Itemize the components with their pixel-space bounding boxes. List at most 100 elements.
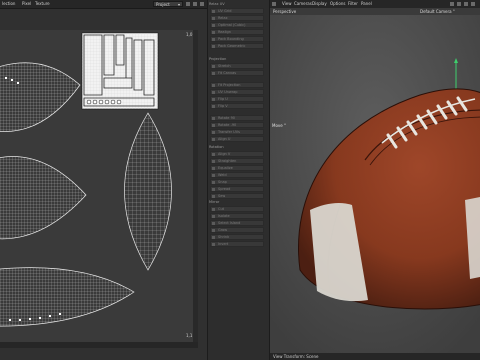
viewport-scene [270,15,480,353]
tool-pack-bounding[interactable]: Pack Bounding [210,36,264,42]
rotate-icon [212,124,215,127]
tool-label: Rotate -90 [218,123,237,127]
tool-spread[interactable]: Spread [210,186,264,192]
tool-shrink[interactable]: Shrink [210,234,264,240]
tool-align-u[interactable]: Align U [210,136,264,142]
cut-icon [212,208,215,211]
menu-options[interactable]: Options [330,1,345,6]
menu-view[interactable]: View [282,1,292,6]
tools-header-rotation[interactable]: Rotation [209,145,268,150]
uv-horizontal-scrollbar[interactable] [0,342,198,348]
uv-vertical-scrollbar[interactable] [193,30,198,342]
camera-label[interactable]: Default Camera ° [420,9,455,14]
menu-texture[interactable]: Texture [35,1,50,6]
tools-header-projection[interactable]: Projection [209,57,268,62]
align-icon [212,153,215,156]
move-tool-label[interactable]: Move ° [272,123,286,128]
fit-icon [212,84,215,87]
flip-icon [212,98,215,101]
snap-icon [212,181,215,184]
tool-select-island[interactable]: Select Island [210,220,264,226]
tool-label: Rotate 90 [218,116,236,120]
tool-uv-grid[interactable]: UV Grid [210,8,264,14]
settings-icon[interactable] [200,2,204,6]
menu-panel[interactable]: Panel [361,1,372,6]
tool-straighten[interactable]: Straighten [210,158,264,164]
uv-atlas-square[interactable] [81,32,159,110]
tool-fit-canvas[interactable]: Fit Canvas [210,70,264,76]
tool-fit-projection[interactable]: Fit Projection [210,82,264,88]
tool-rotate-90[interactable]: Rotate 90 [210,115,264,121]
tool-label: Relax [218,16,228,20]
tool-uv-unwrap[interactable]: UV Unwrap [210,89,264,95]
tool-label: Realign [218,30,231,34]
uv-island-panel-4[interactable] [0,267,135,327]
tools-header-mirror[interactable]: Mirror [209,200,268,205]
rotate-icon [212,117,215,120]
fit-icon [212,72,215,75]
invert-icon [212,243,215,246]
uv-island-panel-2[interactable] [0,156,87,240]
menu-pixel[interactable]: Pixel [22,1,31,6]
grow-icon [212,229,215,232]
viewport-menu-icon[interactable] [272,2,276,6]
rotate-view-icon[interactable] [457,2,461,6]
tool-label: UV Unwrap [218,90,238,94]
tool-label: Invert [218,242,229,246]
tool-label: Snap [218,180,227,184]
tool-sew[interactable]: Sew [210,193,264,199]
stretch-icon [212,65,215,68]
uv-corner-top-label: 1,0 [186,32,193,37]
tool-equalize[interactable]: Equalize [210,165,264,171]
align-icon [212,31,215,34]
pan-icon[interactable] [450,2,454,6]
tool-rotate-neg-90[interactable]: Rotate -90 [210,122,264,128]
isolate-icon [212,215,215,218]
tool-optimal-cubic[interactable]: Optimal (Cubic) [210,22,264,28]
menu-filter[interactable]: Filter [348,1,358,6]
tool-flip-u[interactable]: Flip U [210,96,264,102]
uv-island-panel-3[interactable] [124,112,172,271]
tool-label: Pack Bounding [218,37,244,41]
menu-selection[interactable]: lection [2,1,15,6]
tool-stretch[interactable]: Stretch [210,63,264,69]
projection-dropdown[interactable]: Project ▾ [153,1,183,7]
tool-realign[interactable]: Realign [210,29,264,35]
tool-label: Align V [218,152,231,156]
tool-label: Pack Geometric [218,44,246,48]
straighten-icon [212,160,215,163]
menu-cameras[interactable]: Cameras [294,1,312,6]
tool-label: Spread [218,187,231,191]
tool-label: Straighten [218,159,237,163]
uv-menubar: lection Pixel Texture Project ▾ [0,0,207,9]
tool-snap[interactable]: Snap [210,179,264,185]
tool-relax[interactable]: Relax [210,15,264,21]
tool-isolate[interactable]: Isolate [210,213,264,219]
tool-cut[interactable]: Cut [210,206,264,212]
maximize-icon[interactable] [471,2,475,6]
tool-flip-v[interactable]: Flip V [210,103,264,109]
uv-island-panel-1[interactable] [0,62,81,132]
tool-label: Equalize [218,166,233,170]
uv-canvas[interactable] [0,30,193,342]
menu-display[interactable]: Display [312,1,327,6]
tool-weld[interactable]: Weld [210,172,264,178]
tool-label: Optimal (Cubic) [218,23,246,27]
tool-label: UV Grid [218,9,232,13]
equalize-icon [212,167,215,170]
projection-label: Perspective [273,9,297,14]
grid-icon[interactable] [193,2,197,6]
sew-icon [212,195,215,198]
tool-label: Grow [218,228,228,232]
tool-label: Fit Projection [218,83,241,87]
tools-header-relax[interactable]: Relax UV [209,2,268,7]
tool-grow[interactable]: Grow [210,227,264,233]
tool-invert[interactable]: Invert [210,241,264,247]
lock-icon[interactable] [186,2,190,6]
zoom-icon[interactable] [464,2,468,6]
tool-label: Fit Canvas [218,71,237,75]
tool-pack-geometric[interactable]: Pack Geometric [210,43,264,49]
tool-transfer-uvs[interactable]: Transfer UVs [210,129,264,135]
grid-icon [212,10,215,13]
tool-align-v[interactable]: Align V [210,151,264,157]
